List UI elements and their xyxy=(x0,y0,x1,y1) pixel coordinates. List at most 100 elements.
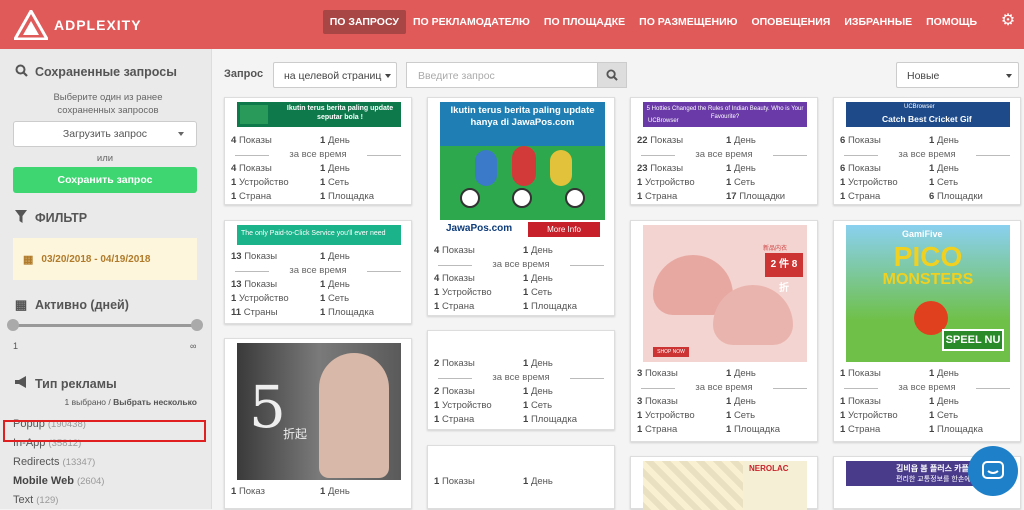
ad-card[interactable]: 1 Показы 1 День xyxy=(427,445,615,509)
stat-value: 1 xyxy=(523,414,529,425)
stat-row: 1 Страна 17 Площадки xyxy=(631,190,817,204)
saved-queries-heading: Сохраненные запросы xyxy=(13,64,177,80)
search-input[interactable]: Введите запрос xyxy=(406,62,598,88)
stat-value: 1 xyxy=(637,410,643,421)
active-days-title: Активно (дней) xyxy=(35,298,129,312)
active-days-slider[interactable] xyxy=(7,319,203,331)
nav-by-placement[interactable]: ПО РАЗМЕЩЕНИЮ xyxy=(632,10,744,34)
stat-cell: 1 День xyxy=(726,134,756,148)
stat-value: 1 xyxy=(637,191,643,202)
stat-cell: 2 Показы xyxy=(434,385,475,399)
stat-value: 1 xyxy=(231,293,237,304)
stat-value: 22 xyxy=(637,135,648,146)
gear-icon[interactable]: ⚙ xyxy=(1000,12,1016,30)
ad-banner[interactable]: NEROLAC xyxy=(643,461,807,510)
stat-cell: 11 Страны xyxy=(231,306,278,320)
ad-card[interactable]: 2 Показы 1 День за все время 2 Показы 1 День… xyxy=(427,330,615,430)
stat-label: Площадка xyxy=(327,191,374,202)
stat-label: Показы xyxy=(847,368,881,379)
play-now-button[interactable]: SPEEL NU xyxy=(942,329,1004,351)
stat-label: День xyxy=(530,273,553,284)
nav-by-query[interactable]: ПО ЗАПРОСУ xyxy=(322,10,406,34)
stat-label: Площадки xyxy=(739,191,786,202)
stat-label: Показы xyxy=(650,135,684,146)
ad-card[interactable]: 新品内衣 2 件 8 折 SHOP NOW 3 Показы 1 День за в… xyxy=(630,220,818,442)
ad-card[interactable]: GamiFive PICO MONSTERS SPEEL NU 1 Показы… xyxy=(833,220,1021,442)
ad-banner[interactable]: The only Paid-to-Click Service you'll ev… xyxy=(237,225,401,245)
ad-type-label: Mobile Web xyxy=(13,475,74,487)
banner-text: 편리한 교통정보를 한손에 xyxy=(896,476,971,483)
save-query-button[interactable]: Сохранить запрос xyxy=(13,167,197,193)
slider-min-handle[interactable] xyxy=(7,319,19,331)
stat-cell: 1 Страна xyxy=(231,190,271,204)
query-scope-value: на целевой страниц xyxy=(284,70,382,82)
ad-stats: 4 Показы 1 День за все время 4 Показы 1 День… xyxy=(428,244,614,314)
stat-value: 1 xyxy=(929,410,935,421)
filter-heading: ФИЛЬТР xyxy=(13,210,87,226)
logo[interactable]: ADPLEXITY xyxy=(14,9,142,40)
search-icon xyxy=(13,64,29,80)
ad-card[interactable]: 5 折起 1 Показ 1 День xyxy=(224,338,412,509)
ad-card[interactable]: UCBrowser Catch Best Cricket Gif 6 Показ… xyxy=(833,97,1021,205)
stat-label: Показ xyxy=(238,486,265,497)
ad-card[interactable]: The only Paid-to-Click Service you'll ev… xyxy=(224,220,412,324)
stat-cell: 1 День xyxy=(929,395,959,409)
ad-type-text[interactable]: Text (129) xyxy=(13,494,58,506)
ad-banner[interactable]: Ikutin terus berita paling update seputa… xyxy=(237,102,401,127)
query-scope-select[interactable]: на целевой страниц xyxy=(273,62,397,88)
ad-card[interactable]: 5 Hotties Changed the Rules of Indian Be… xyxy=(630,97,818,205)
stat-label: Площадки xyxy=(936,191,983,202)
stat-label: Устройство xyxy=(847,177,898,188)
stat-value: 1 xyxy=(929,396,935,407)
stat-label: Площадка xyxy=(327,307,374,318)
ad-banner[interactable]: 新品内衣 2 件 8 折 SHOP NOW xyxy=(643,225,807,362)
stat-label: Страны xyxy=(243,307,278,318)
load-query-button[interactable]: Загрузить запрос xyxy=(13,121,197,147)
slider-min-label: 1 xyxy=(13,341,19,351)
stat-label: День xyxy=(936,396,959,407)
slider-max-handle[interactable] xyxy=(191,319,203,331)
select-multiple-link[interactable]: Выбрать несколько xyxy=(113,397,197,407)
ad-banner[interactable]: 5 折起 xyxy=(237,343,401,480)
ad-banner[interactable]: 5 Hotties Changed the Rules of Indian Be… xyxy=(643,102,807,127)
ball-image xyxy=(565,188,585,208)
stat-cell: 1 День xyxy=(523,475,553,489)
stat-value: 1 xyxy=(840,191,846,202)
nav-by-site[interactable]: ПО ПЛОЩАДКЕ xyxy=(537,10,632,34)
more-info-button[interactable]: More Info xyxy=(528,222,600,237)
ad-card[interactable]: Ikutin terus berita paling update hanya … xyxy=(427,97,615,316)
all-time-divider: за все время xyxy=(225,264,411,278)
stat-cell: 23 Показы xyxy=(637,162,683,176)
phone-image xyxy=(240,105,268,124)
stat-label: Сеть xyxy=(327,177,350,188)
stat-label: День xyxy=(530,386,553,397)
stat-label: Сеть xyxy=(327,293,350,304)
stat-cell: 1 День xyxy=(523,272,553,286)
stat-label: Показы xyxy=(847,163,881,174)
sort-select[interactable]: Новые xyxy=(896,62,1019,88)
ad-stats: 1 Показы 1 День xyxy=(428,475,614,489)
search-button[interactable] xyxy=(597,62,627,88)
ad-banner[interactable]: GamiFive PICO MONSTERS SPEEL NU xyxy=(846,225,1010,362)
chat-widget-button[interactable] xyxy=(968,446,1018,496)
stat-label: Сеть xyxy=(936,410,959,421)
ad-card[interactable]: NEROLAC xyxy=(630,456,818,510)
date-range-picker[interactable]: ▦ 03/20/2018 - 04/19/2018 xyxy=(13,238,197,280)
ad-card[interactable]: Ikutin terus berita paling update seputa… xyxy=(224,97,412,205)
ad-banner[interactable]: Ikutin terus berita paling update hanya … xyxy=(440,102,605,239)
stat-cell: 1 Сеть xyxy=(929,176,958,190)
ad-type-redirects[interactable]: Redirects (13347) xyxy=(13,456,95,468)
stat-value: 3 xyxy=(637,396,643,407)
nav-favorites[interactable]: ИЗБРАННЫЕ xyxy=(837,10,919,34)
game-title: PICO xyxy=(893,241,963,272)
stat-label: Сеть xyxy=(936,177,959,188)
ad-type-mobile-web[interactable]: Mobile Web (2604) xyxy=(13,475,104,487)
ad-banner[interactable]: UCBrowser Catch Best Cricket Gif xyxy=(846,102,1010,127)
stat-label: Показы xyxy=(238,163,272,174)
nav-by-advertiser[interactable]: ПО РЕКЛАМОДАТЕЛЮ xyxy=(406,10,537,34)
banner-text: The only Paid-to-Click Service you'll ev… xyxy=(241,230,386,237)
nav-help[interactable]: ПОМОЩЬ xyxy=(919,10,984,34)
shop-now-button[interactable]: SHOP NOW xyxy=(653,347,689,357)
nav-alerts[interactable]: ОПОВЕЩЕНИЯ xyxy=(744,10,837,34)
stat-value: 1 xyxy=(929,163,935,174)
